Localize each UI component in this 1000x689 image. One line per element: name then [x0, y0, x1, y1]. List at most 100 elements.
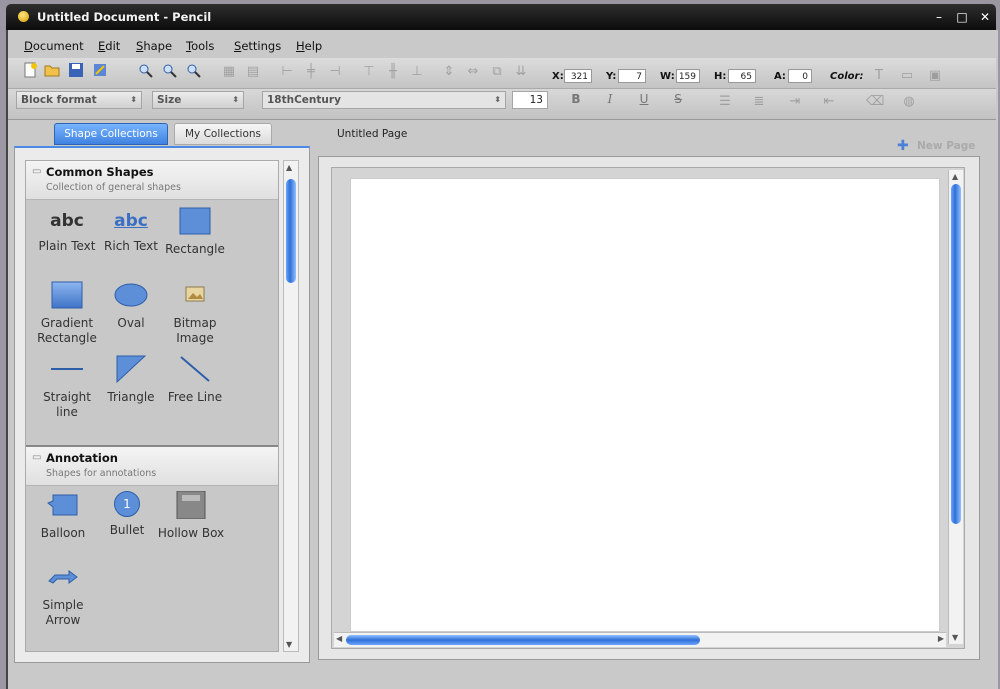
shape-triangle[interactable]: Triangle: [96, 355, 166, 405]
align-middle-icon[interactable]: ╫: [384, 64, 402, 79]
shape-plain-text[interactable]: abc Plain Text: [32, 207, 102, 254]
shape-label: Bullet: [109, 523, 145, 537]
italic-button[interactable]: I: [602, 92, 618, 106]
same-width-icon[interactable]: ⇔: [464, 64, 482, 79]
align-top-icon[interactable]: ⊤: [360, 64, 378, 79]
shape-hollow-box[interactable]: Hollow Box: [156, 490, 226, 541]
tab-my-collections[interactable]: My Collections: [174, 123, 272, 145]
open-folder-icon[interactable]: [44, 62, 60, 78]
font-size-input[interactable]: 13: [512, 91, 548, 109]
page-tab-bar: Untitled Page ✚ New Page: [315, 122, 985, 156]
page-canvas[interactable]: [350, 178, 940, 632]
menu-document[interactable]: Document: [24, 39, 84, 53]
bring-front-icon[interactable]: ⧉: [488, 64, 506, 79]
new-document-icon[interactable]: [22, 62, 38, 78]
tab-untitled-page[interactable]: Untitled Page: [337, 128, 407, 140]
shape-straight-line[interactable]: Straight line: [32, 355, 102, 420]
save-icon[interactable]: [68, 62, 84, 78]
shape-bitmap-image[interactable]: Bitmap Image: [160, 281, 230, 346]
border-color-icon[interactable]: ▣: [926, 68, 944, 83]
new-page-button[interactable]: New Page: [917, 140, 975, 152]
zoom-in-icon[interactable]: [138, 63, 154, 79]
group-icon[interactable]: ▦: [220, 64, 238, 79]
menu-help[interactable]: Help: [296, 39, 322, 53]
bullet-number: 1: [114, 491, 140, 517]
shape-free-line[interactable]: Free Line: [160, 355, 230, 405]
send-back-icon[interactable]: ⇊: [512, 64, 530, 79]
close-button[interactable]: ✕: [976, 8, 994, 26]
numbered-list-icon[interactable]: ≣: [750, 94, 768, 109]
balloon-icon: [47, 494, 78, 516]
outdent-icon[interactable]: ⇤: [820, 94, 838, 109]
shape-style-icon[interactable]: ◍: [900, 94, 918, 109]
collapse-icon[interactable]: ▭: [32, 166, 41, 177]
menu-tools[interactable]: Tools: [186, 39, 214, 53]
shape-rectangle[interactable]: Rectangle: [160, 207, 230, 257]
minimize-button[interactable]: –: [930, 8, 948, 26]
shape-rich-text[interactable]: abc Rich Text: [96, 207, 166, 254]
export-icon[interactable]: [92, 62, 108, 78]
zoom-out-icon[interactable]: [186, 63, 202, 79]
y-label: Y:: [606, 71, 617, 82]
height-input[interactable]: 65: [728, 69, 756, 83]
align-left-icon[interactable]: ⊢: [278, 64, 296, 79]
rich-text-icon: abc: [114, 211, 148, 231]
font-select[interactable]: 18thCentury ⬍: [262, 91, 506, 109]
angle-input[interactable]: 0: [788, 69, 812, 83]
add-page-icon[interactable]: ✚: [897, 138, 909, 154]
shape-oval[interactable]: Oval: [96, 281, 166, 331]
strikethrough-button[interactable]: S: [670, 92, 686, 106]
indent-icon[interactable]: ⇥: [786, 94, 804, 109]
block-format-value: Block format: [21, 94, 97, 106]
canvas-horizontal-scrollbar[interactable]: ◀ ▶: [334, 632, 946, 647]
menu-edit[interactable]: Edit: [98, 39, 120, 53]
text-color-icon[interactable]: T: [870, 68, 888, 83]
bold-button[interactable]: B: [568, 92, 584, 106]
collection-header-annotation[interactable]: ▭ Annotation Shapes for annotations: [26, 445, 278, 486]
align-bottom-icon[interactable]: ⊥: [408, 64, 426, 79]
block-format-select[interactable]: Block format ⬍: [16, 91, 142, 109]
collection-header-common[interactable]: ▭ Common Shapes Collection of general sh…: [26, 161, 278, 200]
x-input[interactable]: 321: [564, 69, 592, 83]
scroll-left-icon[interactable]: ◀: [336, 634, 342, 643]
main-toolbar: ▦ ▤ ⊢ ╪ ⊣ ⊤ ╫ ⊥ ⇕ ⇔ ⧉ ⇊ X: 321 Y: 7 W: 1…: [8, 58, 996, 89]
collapse-icon[interactable]: ▭: [32, 452, 41, 463]
scroll-down-icon[interactable]: ▼: [286, 640, 292, 649]
width-input[interactable]: 159: [676, 69, 700, 83]
shape-label: Hollow Box: [157, 526, 225, 540]
fill-color-icon[interactable]: ▭: [898, 68, 916, 83]
shape-gradient-rectangle[interactable]: Gradient Rectangle: [32, 281, 102, 346]
tab-shape-collections[interactable]: Shape Collections: [54, 123, 168, 145]
sidebar-scrollbar[interactable]: ▲ ▼: [283, 160, 299, 652]
shape-label: Rich Text: [104, 239, 158, 253]
collection-subtitle: Shapes for annotations: [46, 468, 157, 479]
scroll-down-icon[interactable]: ▼: [952, 633, 958, 642]
shape-balloon[interactable]: Balloon: [28, 491, 98, 541]
chevron-down-icon: ⬍: [130, 95, 137, 104]
bullet-list-icon[interactable]: ☰: [716, 94, 734, 109]
sidebar-scroll-thumb[interactable]: [286, 179, 296, 283]
same-height-icon[interactable]: ⇕: [440, 64, 458, 79]
zoom-reset-icon[interactable]: [162, 63, 178, 79]
align-center-icon[interactable]: ╪: [302, 64, 320, 79]
menu-shape[interactable]: Shape: [136, 39, 172, 53]
shape-bullet[interactable]: 1 Bullet: [92, 491, 162, 538]
scroll-up-icon[interactable]: ▲: [952, 172, 958, 181]
maximize-button[interactable]: □: [953, 8, 971, 26]
shape-simple-arrow[interactable]: Simple Arrow: [28, 563, 98, 628]
underline-button[interactable]: U: [636, 92, 652, 106]
y-input[interactable]: 7: [618, 69, 646, 83]
ungroup-icon[interactable]: ▤: [244, 64, 262, 79]
h-label: H:: [714, 71, 727, 82]
vertical-scroll-thumb[interactable]: [951, 184, 961, 524]
align-right-icon[interactable]: ⊣: [326, 64, 344, 79]
menu-settings[interactable]: Settings: [234, 39, 281, 53]
eraser-icon[interactable]: ⌫: [866, 94, 884, 109]
horizontal-scroll-thumb[interactable]: [346, 635, 700, 645]
pencil-app-icon: [18, 11, 29, 22]
scroll-right-icon[interactable]: ▶: [938, 634, 944, 643]
canvas-vertical-scrollbar[interactable]: ▲ ▼: [948, 170, 963, 644]
scroll-up-icon[interactable]: ▲: [286, 163, 292, 172]
plain-text-icon: abc: [50, 211, 84, 231]
size-select[interactable]: Size ⬍: [152, 91, 244, 109]
